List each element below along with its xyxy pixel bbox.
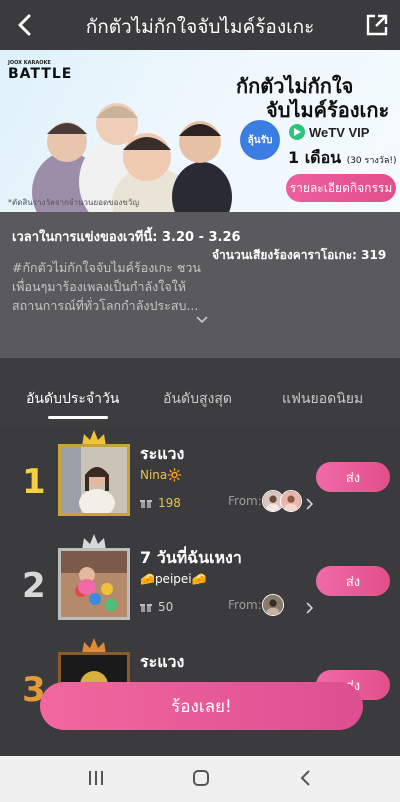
avatar[interactable] (262, 594, 284, 616)
tab-top-ranking[interactable]: อันดับสูงสุด (163, 388, 232, 410)
back-icon[interactable] (298, 768, 312, 788)
ranking-tabs: อันดับประจำวัน อันดับสูงสุด แฟนยอดนิยม (0, 358, 400, 426)
sing-now-button[interactable]: ร้องเลย! (40, 682, 363, 730)
tab-top-fans[interactable]: แฟนยอดนิยม (282, 388, 363, 410)
competition-period: เวลาในการแข่งของเวทีนี้: 3.20 - 3.26 (12, 230, 241, 245)
event-banner[interactable]: JOOX KARAOKE BATTLE กักตัวไม่กักใจ จับไม… (0, 50, 400, 212)
back-arrow-icon[interactable] (10, 10, 40, 40)
avatar[interactable] (280, 490, 302, 512)
singer-name[interactable]: 🧀peipei🧀 (140, 572, 207, 586)
rank-number: 1 (22, 462, 46, 502)
share-icon[interactable] (364, 12, 390, 38)
song-title: ระแวง (140, 444, 185, 463)
wetv-logo: WeTV VIP (289, 124, 370, 140)
from-label: From: (228, 494, 262, 508)
gift-icon (140, 604, 152, 612)
system-navigation-bar (0, 756, 400, 802)
artists-photo (32, 103, 232, 212)
home-icon[interactable] (192, 768, 210, 788)
from-label: From: (228, 598, 262, 612)
song-title: 7 วันที่ฉันเหงา (140, 548, 242, 567)
list-item[interactable]: 2 7 วันที่ฉันเหงา 🧀peipei🧀 50 From: ส่ง (0, 530, 400, 638)
cover-thumbnail[interactable] (58, 548, 130, 620)
list-item[interactable]: 1 ระแวง Nina🔆 198 From: ส่ง (0, 426, 400, 534)
recent-apps-icon[interactable] (88, 768, 104, 788)
stage-info: เวลาในการแข่งของเวทีนี้: 3.20 - 3.26 จำน… (0, 212, 400, 358)
gift-icon (140, 500, 152, 508)
stage-description: #กักตัวไม่กักใจจับไมค์ร้องเกะ ชวนเพื่อนๆ… (12, 260, 201, 313)
page-title: กักตัวไม่กักใจจับไมค์ร้องเกะ (85, 16, 315, 38)
send-gift-button[interactable]: ส่ง (316, 566, 390, 596)
active-tab-indicator (48, 416, 108, 419)
chevron-right-icon[interactable] (306, 602, 314, 614)
gift-count: 50 (140, 600, 173, 614)
prize-badge: ลุ้นรับ (240, 120, 280, 160)
gift-count: 198 (140, 496, 181, 510)
chevron-right-icon[interactable] (306, 498, 314, 510)
svg-text:WeTV VIP: WeTV VIP (309, 125, 370, 140)
top-bar: กักตัวไม่กักใจจับไมค์ร้องเกะ (0, 0, 400, 50)
event-details-button[interactable]: รายละเอียดกิจกรรม (286, 174, 396, 202)
karaoke-count: จำนวนเสียงร้องคาราโอเกะ: 319 (212, 248, 387, 262)
chevron-down-icon[interactable] (196, 316, 208, 324)
cover-thumbnail[interactable] (58, 444, 130, 517)
send-gift-button[interactable]: ส่ง (316, 462, 390, 492)
prize-text: 1 เดือน (30 รางวัล!) (288, 148, 397, 167)
song-title: ระแวง (140, 652, 185, 671)
rank-number: 2 (22, 566, 46, 606)
singer-name[interactable]: Nina🔆 (140, 468, 182, 482)
tab-daily-ranking[interactable]: อันดับประจำวัน (26, 388, 119, 410)
banner-note: *ตัดสินรางวัลจากจำนวนยอดของขวัญ (8, 198, 140, 207)
